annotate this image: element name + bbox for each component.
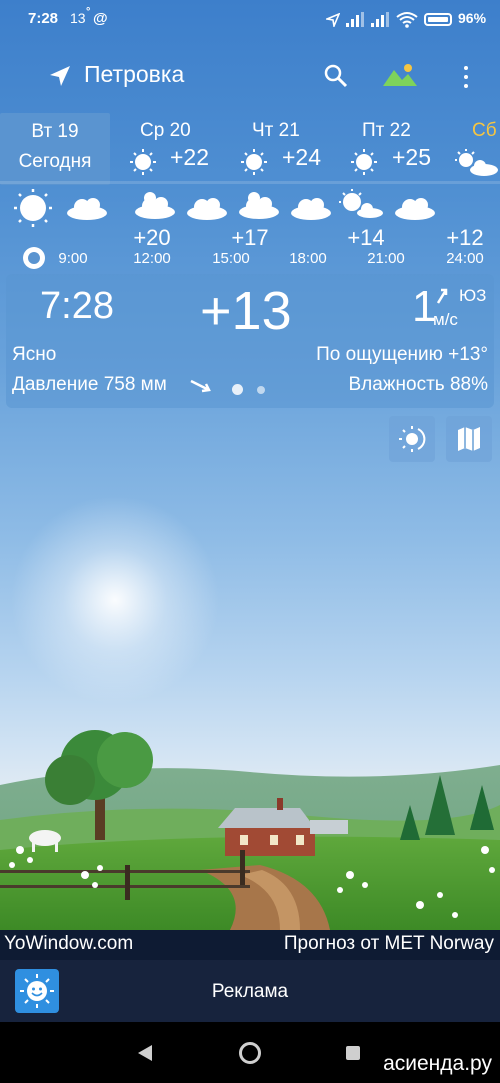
hour-cloud-icon	[291, 198, 331, 220]
day-name: Вт 19	[31, 121, 79, 142]
sun-cloud-icon	[454, 148, 500, 183]
battery-percent: 96%	[458, 10, 487, 26]
day-tab-thu[interactable]: Чт 21 +24	[236, 112, 336, 184]
hour-partly-cloudy-icon	[239, 192, 279, 219]
day-temp: +22	[170, 144, 210, 170]
signal-2-icon	[371, 12, 389, 27]
wind-direction: ЮЗ	[459, 286, 487, 305]
back-icon[interactable]	[136, 1044, 154, 1062]
humidity: Влажность 88%	[348, 374, 488, 395]
hour-cloud-icon	[395, 198, 435, 220]
day-tab-wed[interactable]: Ср 20 +22	[125, 112, 225, 184]
landscape-illustration	[0, 730, 500, 930]
sun-icon	[240, 148, 270, 181]
wifi-icon	[396, 12, 418, 28]
day-name: Ср 20	[140, 120, 191, 141]
hour-sun-icon	[14, 189, 52, 227]
page-dot[interactable]	[257, 386, 265, 394]
sky-view-button[interactable]	[389, 416, 435, 462]
recents-icon[interactable]	[346, 1046, 360, 1060]
battery-icon	[424, 13, 452, 26]
location-name[interactable]: Петровка	[84, 61, 184, 88]
yowindow-link[interactable]: YoWindow.com	[4, 933, 133, 955]
map-icon	[458, 427, 480, 451]
location-arrow-icon[interactable]	[48, 64, 72, 88]
day-temp: +24	[282, 144, 322, 170]
sun-icon	[129, 148, 159, 181]
hour-sun-cloud-icon	[339, 189, 383, 218]
day-tab-fri[interactable]: Пт 22 +25	[348, 112, 448, 184]
sun-icon	[350, 148, 380, 181]
home-icon[interactable]	[238, 1041, 262, 1065]
hour-time: 21:00	[367, 250, 405, 267]
day-name: Пт 22	[362, 120, 411, 141]
hour-cloud-icon	[187, 198, 227, 220]
day-name: Сб	[472, 120, 497, 141]
hour-temp: +14	[347, 225, 385, 250]
more-menu-icon[interactable]	[464, 66, 468, 88]
hour-time: 15:00	[212, 250, 250, 267]
search-icon[interactable]	[324, 64, 348, 88]
forecast-source[interactable]: Прогноз от MET Norway	[284, 933, 494, 955]
day-temp: +25	[392, 144, 432, 170]
hour-temp: +17	[231, 225, 269, 250]
wind-direction-arrow-icon	[436, 288, 448, 304]
at-icon: @	[93, 10, 108, 27]
wind-unit: м/с	[433, 310, 458, 329]
map-button[interactable]	[446, 416, 492, 462]
feels-like: По ощущению +13°	[316, 344, 488, 365]
pressure-trend-icon	[190, 379, 211, 393]
hour-time: 24:00	[446, 250, 484, 267]
sun-moon-icon	[399, 426, 426, 452]
current-time: 7:28	[40, 285, 114, 327]
weather-condition: Ясно	[12, 344, 57, 365]
hour-partly-cloudy-icon	[135, 192, 175, 219]
page-dot-active[interactable]	[232, 384, 243, 395]
hour-temp: +12	[446, 225, 484, 250]
hour-time: 9:00	[58, 250, 88, 267]
hour-time: 12:00	[133, 250, 171, 267]
hour-temp: +20	[133, 225, 171, 250]
hour-cloud-icon	[67, 198, 107, 220]
current-temp: +13	[200, 281, 292, 341]
watermark: асиенда.ру	[383, 1052, 492, 1075]
ad-label: Реклама	[211, 981, 289, 1002]
day-name: Чт 21	[252, 120, 300, 141]
pressure: Давление 758 мм	[12, 374, 167, 395]
day-tab-sat[interactable]: Сб	[454, 112, 500, 184]
status-time: 7:28	[28, 10, 59, 27]
hour-time: 18:00	[289, 250, 327, 267]
signal-icon	[346, 12, 364, 27]
location-status-icon	[326, 13, 340, 27]
degree-mark: °	[86, 6, 91, 18]
today-label: Сегодня	[18, 151, 92, 172]
day-tab-today[interactable]: Вт 19 Сегодня	[0, 113, 110, 185]
status-temp: 13	[70, 10, 86, 26]
landscape-icon[interactable]	[381, 62, 419, 88]
